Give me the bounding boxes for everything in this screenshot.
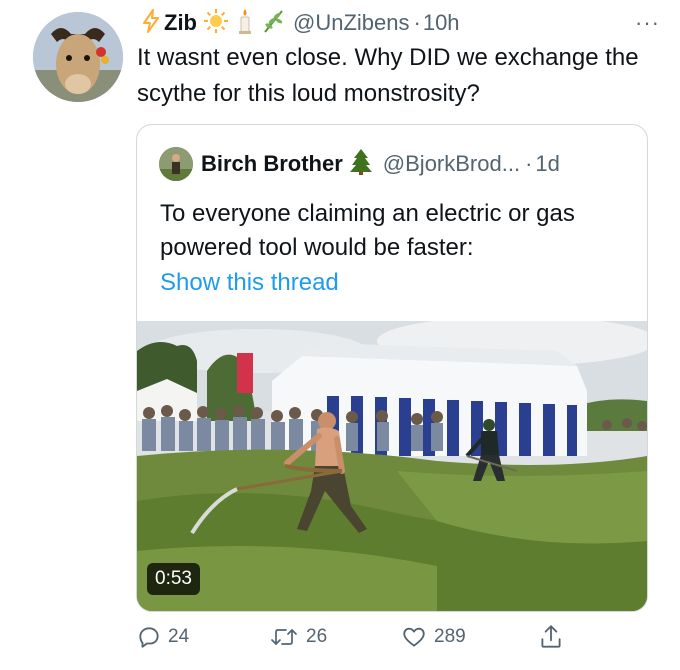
show-thread-link[interactable]: Show this thread: [160, 269, 339, 297]
quoted-tweet[interactable]: Birch Brother @BjorkBrod... · 1d To ever…: [136, 124, 648, 612]
quoted-author-handle[interactable]: @BjorkBrod...: [383, 151, 520, 177]
video-player[interactable]: 0:53: [137, 321, 647, 611]
author-handle[interactable]: @UnZibens: [293, 10, 410, 36]
quoted-tweet-time[interactable]: 1d: [535, 151, 559, 177]
reply-button[interactable]: 24: [136, 620, 189, 654]
like-button[interactable]: 289: [400, 620, 466, 654]
retweet-count: 26: [306, 626, 328, 647]
tweet-text: It wasnt even close. Why DID we exchange…: [137, 44, 639, 107]
reply-count: 24: [168, 626, 190, 647]
quoted-tweet-text: To everyone claiming an electric or gas …: [160, 200, 575, 261]
retweet-icon: [271, 629, 297, 645]
author-name[interactable]: Zib: [164, 10, 197, 36]
retweet-button[interactable]: 26: [268, 620, 327, 654]
video-duration: 0:53: [147, 563, 200, 595]
tweet-time[interactable]: 10h: [423, 10, 460, 36]
quoted-header-separator: ·: [525, 151, 533, 176]
share-button[interactable]: [538, 620, 570, 654]
candle-icon: [235, 7, 255, 40]
lightning-icon: [142, 8, 160, 38]
quoted-author-name[interactable]: Birch Brother: [201, 151, 343, 177]
herb-icon: [261, 8, 285, 39]
header-separator: ·: [413, 10, 421, 35]
share-icon: [541, 625, 561, 648]
tree-icon: [349, 148, 373, 181]
tweet-actions: 24 26 289: [136, 620, 576, 654]
more-options-button[interactable]: ···: [635, 10, 660, 36]
heart-icon: [403, 627, 425, 647]
reply-icon: [139, 627, 159, 648]
quoted-tweet-header: Birch Brother @BjorkBrod... · 1d: [159, 147, 560, 181]
quoted-author-avatar[interactable]: [159, 147, 193, 181]
video-thumbnail: [137, 321, 647, 611]
author-avatar[interactable]: [33, 12, 123, 102]
tweet-header: Zib @UnZibens · 10h: [142, 6, 460, 40]
sun-icon: [203, 8, 229, 39]
like-count: 289: [434, 626, 466, 647]
